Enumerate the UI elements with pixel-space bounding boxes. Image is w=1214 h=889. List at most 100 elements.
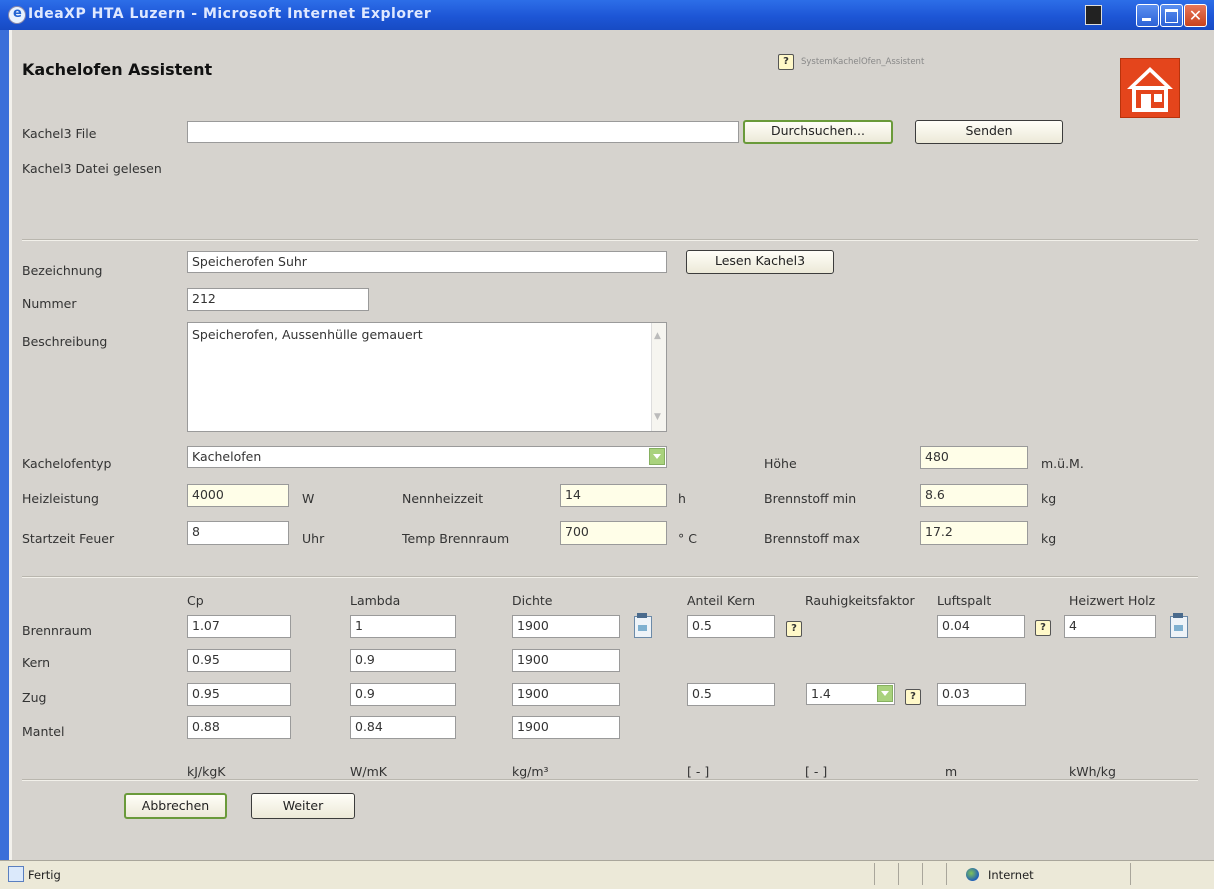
help-icon[interactable]: ? — [778, 54, 794, 70]
divider — [22, 239, 1198, 241]
page-icon — [8, 866, 24, 882]
header-dichte: Dichte — [512, 593, 553, 608]
file-input[interactable] — [187, 121, 739, 143]
material-picker-icon[interactable] — [634, 613, 652, 638]
brennstoff-max-input[interactable]: 17.2 — [920, 521, 1028, 545]
cancel-button[interactable]: Abbrechen — [124, 793, 227, 819]
status-text: Fertig — [28, 868, 61, 882]
close-button[interactable]: ✕ — [1184, 4, 1207, 27]
bezeichnung-label: Bezeichnung — [22, 263, 103, 278]
mantel-cp-input[interactable]: 0.88 — [187, 716, 291, 739]
nennheizzeit-label: Nennheizzeit — [402, 491, 484, 506]
hoehe-label: Höhe — [764, 456, 797, 471]
row-label-mantel: Mantel — [22, 724, 65, 739]
browse-button[interactable]: Durchsuchen... — [743, 120, 893, 144]
kern-lambda-input[interactable]: 0.9 — [350, 649, 456, 672]
brennraum-luftspalt-input[interactable]: 0.04 — [937, 615, 1025, 638]
temp-brennraum-input[interactable]: 700 — [560, 521, 667, 545]
window-titlebar: IdeaXP HTA Luzern - Microsoft Internet E… — [0, 0, 1214, 30]
zug-anteil-kern-input[interactable]: 0.5 — [687, 683, 775, 706]
brennraum-dichte-input[interactable]: 1900 — [512, 615, 620, 638]
unit-dichte: kg/m³ — [512, 764, 549, 779]
status-cell — [946, 863, 947, 885]
dropdown-arrow-icon[interactable] — [649, 448, 665, 465]
unit-cp: kJ/kgK — [187, 764, 226, 779]
brennraum-lambda-input[interactable]: 1 — [350, 615, 456, 638]
window-title: IdeaXP HTA Luzern - Microsoft Internet E… — [28, 6, 432, 22]
mantel-lambda-input[interactable]: 0.84 — [350, 716, 456, 739]
kachelofentyp-select[interactable]: Kachelofen — [187, 446, 667, 468]
help-icon[interactable]: ? — [905, 689, 921, 705]
brennstoff-min-unit: kg — [1041, 491, 1057, 506]
header-cp: Cp — [187, 593, 204, 608]
heizleistung-label: Heizleistung — [22, 491, 99, 506]
unit-rauhigkeitsfaktor: [ - ] — [805, 764, 828, 779]
bezeichnung-input[interactable]: Speicherofen Suhr — [187, 251, 667, 273]
zug-dichte-input[interactable]: 1900 — [512, 683, 620, 706]
chevron-down-icon: ▼ — [654, 412, 661, 422]
minimize-icon — [1142, 18, 1151, 21]
kachelofentyp-label: Kachelofentyp — [22, 456, 112, 471]
hoehe-input[interactable]: 480 — [920, 446, 1028, 469]
startzeit-input[interactable]: 8 — [187, 521, 289, 545]
unit-heizwert-holz: kWh/kg — [1069, 764, 1116, 779]
zug-luftspalt-input[interactable]: 0.03 — [937, 683, 1026, 706]
header-anteil-kern: Anteil Kern — [687, 593, 756, 608]
brennstoff-max-unit: kg — [1041, 531, 1057, 546]
divider — [22, 576, 1198, 578]
rauhigkeitsfaktor-value: 1.4 — [811, 686, 831, 701]
file-label: Kachel3 File — [22, 126, 97, 141]
header-rauhigkeitsfaktor: Rauhigkeitsfaktor — [805, 593, 915, 608]
home-logo[interactable] — [1120, 58, 1180, 118]
close-icon: ✕ — [1188, 6, 1203, 25]
minimize-button[interactable] — [1136, 4, 1159, 27]
brennstoff-max-label: Brennstoff max — [764, 531, 860, 546]
unit-luftspalt: m — [945, 764, 958, 779]
help-icon[interactable]: ? — [1035, 620, 1051, 636]
chevron-up-icon: ▲ — [654, 331, 661, 341]
maximize-icon — [1165, 9, 1178, 23]
read-kachel3-button[interactable]: Lesen Kachel3 — [686, 250, 834, 274]
zug-lambda-input[interactable]: 0.9 — [350, 683, 456, 706]
unit-anteil-kern: [ - ] — [687, 764, 710, 779]
header-lambda: Lambda — [350, 593, 401, 608]
help-icon[interactable]: ? — [786, 621, 802, 637]
kern-cp-input[interactable]: 0.95 — [187, 649, 291, 672]
nennheizzeit-input[interactable]: 14 — [560, 484, 667, 507]
send-button[interactable]: Senden — [915, 120, 1063, 144]
row-label-brennraum: Brennraum — [22, 623, 92, 638]
page-title: Kachelofen Assistent — [22, 60, 213, 79]
maximize-button[interactable] — [1160, 4, 1183, 27]
row-label-zug: Zug — [22, 690, 47, 705]
zone-text: Internet — [988, 868, 1034, 882]
beschreibung-textarea[interactable]: Speicherofen, Aussenhülle gemauert ▲ ▼ — [187, 322, 667, 432]
unit-lambda: W/mK — [350, 764, 387, 779]
mantel-dichte-input[interactable]: 1900 — [512, 716, 620, 739]
status-cell — [898, 863, 899, 885]
brennraum-cp-input[interactable]: 1.07 — [187, 615, 291, 638]
next-button[interactable]: Weiter — [251, 793, 355, 819]
heizwert-holz-input[interactable]: 4 — [1064, 615, 1156, 638]
heizleistung-unit: W — [302, 491, 315, 506]
kern-dichte-input[interactable]: 1900 — [512, 649, 620, 672]
nummer-input[interactable]: 212 — [187, 288, 369, 311]
help-link[interactable]: SystemKachelOfen_Assistent — [801, 57, 924, 67]
brennstoff-min-input[interactable]: 8.6 — [920, 484, 1028, 507]
file-status-text: Kachel3 Datei gelesen — [22, 161, 162, 176]
ie-icon — [8, 6, 26, 24]
nummer-label: Nummer — [22, 296, 77, 311]
textarea-scrollbar[interactable]: ▲ ▼ — [651, 323, 666, 431]
globe-icon — [966, 868, 979, 881]
zug-cp-input[interactable]: 0.95 — [187, 683, 291, 706]
rauhigkeitsfaktor-select[interactable]: 1.4 — [806, 683, 895, 705]
dropdown-arrow-icon[interactable] — [877, 685, 893, 702]
brennraum-anteil-kern-input[interactable]: 0.5 — [687, 615, 775, 638]
wood-value-picker-icon[interactable] — [1170, 613, 1188, 638]
windows-flag-icon — [1085, 5, 1102, 25]
heizleistung-input[interactable]: 4000 — [187, 484, 289, 507]
beschreibung-label: Beschreibung — [22, 334, 108, 349]
header-luftspalt: Luftspalt — [937, 593, 992, 608]
temp-brennraum-unit: ° C — [678, 531, 697, 546]
row-label-kern: Kern — [22, 655, 51, 670]
house-icon — [1127, 67, 1173, 112]
